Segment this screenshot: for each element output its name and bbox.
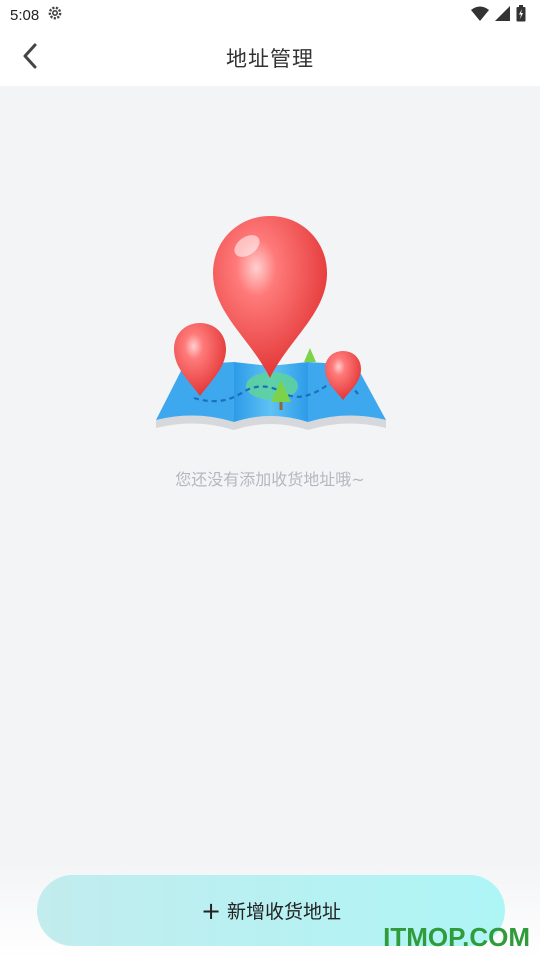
battery-icon — [516, 4, 526, 26]
chevron-left-icon — [21, 43, 39, 73]
status-right — [471, 4, 526, 26]
back-button[interactable] — [14, 42, 46, 74]
watermark: ITMOP.COM — [383, 922, 530, 952]
page-title: 地址管理 — [226, 47, 314, 71]
app-header: 地址管理 — [0, 30, 540, 86]
plus-icon: + — [200, 896, 222, 925]
signal-icon — [495, 5, 510, 25]
map-pin-illustration — [150, 210, 390, 435]
settings-icon — [47, 5, 63, 25]
status-time: 5:08 — [10, 6, 40, 24]
empty-message: 您还没有添加收货地址哦~ — [175, 470, 365, 489]
status-bar: 5:08 — [0, 0, 540, 30]
add-address-label: 新增收货地址 — [227, 901, 342, 923]
wifi-icon — [471, 6, 489, 25]
status-left: 5:08 — [10, 5, 63, 25]
